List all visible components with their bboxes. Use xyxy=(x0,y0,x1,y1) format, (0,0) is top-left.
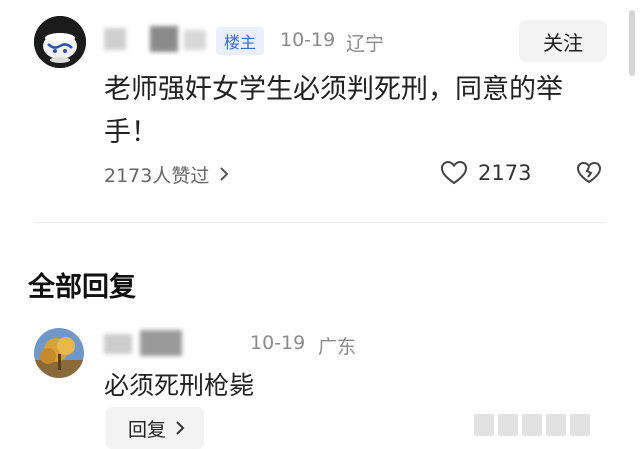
reply-content: 必须死刑枪毙 xyxy=(104,371,255,400)
reply-username-redacted xyxy=(104,330,186,358)
watermark-graphic xyxy=(474,414,598,442)
likers-summary-link[interactable]: 2173人赞过 xyxy=(104,161,231,187)
likers-summary-text: 2173人赞过 xyxy=(104,164,210,187)
reply-button-label: 回复 xyxy=(128,418,167,441)
chevron-right-icon xyxy=(174,419,186,437)
broken-heart-icon xyxy=(576,161,602,185)
reply-avatar[interactable] xyxy=(34,328,84,378)
reply-location: 广东 xyxy=(318,336,357,358)
chevron-right-icon xyxy=(217,165,231,183)
op-username-redacted xyxy=(104,26,206,52)
post-content: 老师强奸女学生必须判死刑，同意的举手！ xyxy=(104,74,563,148)
heart-icon xyxy=(440,160,468,186)
reply-button[interactable]: 回复 xyxy=(106,407,204,449)
post-location: 辽宁 xyxy=(346,33,385,55)
scrollbar[interactable] xyxy=(629,10,635,76)
post-date: 10-19 xyxy=(280,29,336,51)
like-count: 2173 xyxy=(478,161,532,185)
replies-section-title: 全部回复 xyxy=(28,272,136,303)
section-divider xyxy=(34,222,606,223)
op-avatar[interactable] xyxy=(34,16,86,68)
follow-button[interactable]: 关注 xyxy=(519,20,607,62)
op-badge: 楼主 xyxy=(216,27,264,55)
like-button[interactable]: 2173 xyxy=(440,160,531,186)
dislike-button[interactable] xyxy=(576,161,602,189)
reply-date: 10-19 xyxy=(250,332,306,354)
